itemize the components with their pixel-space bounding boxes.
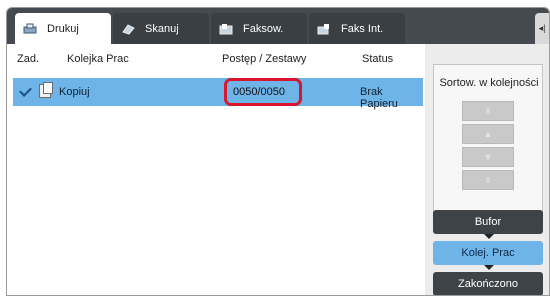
tab-faksow[interactable]: Faksow. xyxy=(211,13,307,44)
internet-fax-icon xyxy=(317,23,331,35)
printer-icon xyxy=(23,23,37,35)
table-header: Zad. Kolejka Prac Postęp / Zestawy Statu… xyxy=(7,50,425,70)
checkmark-icon xyxy=(19,84,32,97)
sort-order-box: Sortow. w kolejności ⇞ ▲ ▼ ⇟ xyxy=(433,64,543,222)
fax-icon xyxy=(219,23,233,35)
job-status-screen: Drukuj Skanuj Faksow. Faks Int. ◂| Zad. … xyxy=(6,7,550,296)
job-status: Brak Papieru xyxy=(360,86,398,110)
down-arrow-icon xyxy=(484,234,494,239)
collapse-panel-icon[interactable]: ◂| xyxy=(535,13,549,44)
tab-faks-int-label: Faks Int. xyxy=(341,22,384,35)
job-queue-table: Zad. Kolejka Prac Postęp / Zestawy Statu… xyxy=(7,44,425,295)
kolej-prac-button[interactable]: Kolej. Prac xyxy=(433,241,543,265)
header-postep-zestawy: Postęp / Zestawy xyxy=(222,53,307,65)
header-kolejka-prac: Kolejka Prac xyxy=(67,53,129,65)
job-progress: 0050/0050 xyxy=(233,86,285,98)
job-name: Kopiuj xyxy=(59,86,90,98)
tab-faks-int[interactable]: Faks Int. xyxy=(309,13,405,44)
right-panel: Sortow. w kolejności ⇞ ▲ ▼ ⇟ Bufor Kolej… xyxy=(425,44,549,295)
header-status: Status xyxy=(362,53,394,65)
tab-skanuj-label: Skanuj xyxy=(145,22,179,35)
scanner-icon xyxy=(121,23,135,35)
tab-skanuj[interactable]: Skanuj xyxy=(113,13,209,44)
zakonczono-button[interactable]: Zakończono xyxy=(433,272,543,295)
move-down-button[interactable]: ▼ xyxy=(462,147,514,167)
move-to-top-button[interactable]: ⇞ xyxy=(462,101,514,121)
bufor-button[interactable]: Bufor xyxy=(433,210,543,234)
app-frame: Drukuj Skanuj Faksow. Faks Int. ◂| Zad. … xyxy=(0,0,550,296)
move-to-bottom-button[interactable]: ⇟ xyxy=(462,170,514,190)
copy-job-icon xyxy=(39,82,53,98)
tab-faksow-label: Faksow. xyxy=(243,22,284,35)
move-up-button[interactable]: ▲ xyxy=(462,124,514,144)
table-row[interactable]: Kopiuj Brak Papieru xyxy=(13,78,423,110)
tab-drukuj-label: Drukuj xyxy=(47,22,79,35)
tab-drukuj[interactable]: Drukuj xyxy=(15,13,111,44)
down-arrow-icon xyxy=(484,265,494,270)
sort-title: Sortow. w kolejności xyxy=(439,77,539,89)
mode-tab-bar: Drukuj Skanuj Faksow. Faks Int. ◂| xyxy=(7,8,549,44)
header-zad: Zad. xyxy=(17,53,40,65)
